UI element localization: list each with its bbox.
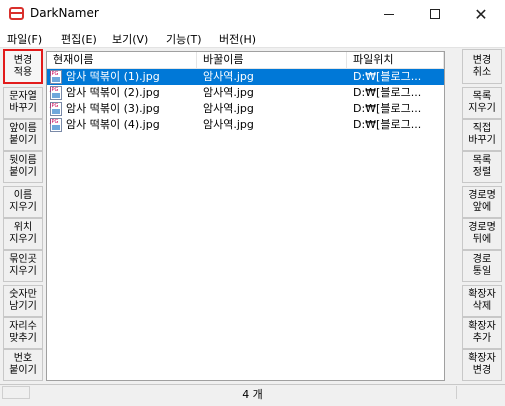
- current-name: 암사 떡볶이 (3).jpg: [66, 102, 160, 115]
- clear-list-button[interactable]: 목록 지우기: [462, 87, 502, 119]
- new-name: 암사역.jpg: [203, 102, 254, 115]
- current-name: 암사 떡볶이 (4).jpg: [66, 118, 160, 131]
- add-extension-button[interactable]: 확장자 추가: [462, 317, 502, 349]
- menu-separator: [0, 47, 505, 48]
- new-name: 암사역.jpg: [203, 86, 254, 99]
- status-separator: [456, 386, 457, 399]
- append-name-button[interactable]: 뒷이름 붙이기: [3, 151, 43, 183]
- file-list[interactable]: 현재이름 바꿀이름 파일위치 암사 떡볶이 (1).jpg 암사역.jpg D:…: [46, 51, 445, 381]
- jpg-file-icon: [50, 86, 62, 100]
- path-prefix-button[interactable]: 경로명 앞에: [462, 186, 502, 218]
- replace-string-button[interactable]: 문자열 바꾸기: [3, 87, 43, 119]
- change-extension-button[interactable]: 확장자 변경: [462, 349, 502, 381]
- keep-numbers-button[interactable]: 숫자만 남기기: [3, 285, 43, 317]
- title-bar: DarkNamer ✕: [0, 0, 505, 28]
- window-title: DarkNamer: [30, 6, 99, 20]
- prepend-name-button[interactable]: 앞이름 붙이기: [3, 119, 43, 151]
- minimize-icon: [384, 13, 394, 15]
- maximize-button[interactable]: [412, 0, 458, 28]
- maximize-icon: [430, 9, 440, 19]
- sort-list-button[interactable]: 목록 정렬: [462, 151, 502, 183]
- path-suffix-button[interactable]: 경로명 뒤에: [462, 218, 502, 250]
- menu-version[interactable]: 버전(H): [219, 31, 256, 47]
- status-bar: 4 개: [0, 384, 505, 401]
- file-location: D:₩[블로그...: [353, 86, 422, 99]
- menu-bar: 파일(F) 편집(E) 보기(V) 기능(T) 버전(H): [0, 28, 505, 48]
- file-location: D:₩[블로그...: [353, 118, 422, 131]
- add-number-button[interactable]: 번호 붙이기: [3, 349, 43, 381]
- app-icon: [9, 7, 24, 20]
- current-name: 암사 떡볶이 (1).jpg: [66, 70, 160, 83]
- menu-file[interactable]: 파일(F): [7, 31, 42, 47]
- column-current-name[interactable]: 현재이름: [47, 52, 197, 69]
- menu-tools[interactable]: 기능(T): [166, 31, 202, 47]
- close-button[interactable]: ✕: [458, 0, 504, 28]
- delete-position-button[interactable]: 위치 지우기: [3, 218, 43, 250]
- list-header: 현재이름 바꿀이름 파일위치: [47, 52, 444, 69]
- file-location: D:₩[블로그...: [353, 102, 422, 115]
- new-name: 암사역.jpg: [203, 118, 254, 131]
- unify-path-button[interactable]: 경로 통일: [462, 250, 502, 282]
- delete-name-button[interactable]: 이름 지우기: [3, 186, 43, 218]
- apply-changes-button[interactable]: 변경 적용: [3, 49, 43, 84]
- delete-extension-button[interactable]: 확장자 삭제: [462, 285, 502, 317]
- file-location: D:₩[블로그...: [353, 70, 422, 83]
- column-location[interactable]: 파일위치: [347, 52, 444, 69]
- list-item[interactable]: 암사 떡볶이 (2).jpg 암사역.jpg D:₩[블로그...: [47, 85, 444, 101]
- close-icon: ✕: [474, 4, 488, 24]
- menu-edit[interactable]: 편집(E): [61, 31, 97, 47]
- column-new-name[interactable]: 바꿀이름: [197, 52, 347, 69]
- delete-brackets-button[interactable]: 묶인곳 지우기: [3, 250, 43, 282]
- menu-view[interactable]: 보기(V): [112, 31, 148, 47]
- new-name: 암사역.jpg: [203, 70, 254, 83]
- list-item[interactable]: 암사 떡볶이 (1).jpg 암사역.jpg D:₩[블로그...: [47, 69, 444, 85]
- direct-rename-button[interactable]: 직접 바꾸기: [462, 119, 502, 151]
- cancel-changes-button[interactable]: 변경 취소: [462, 49, 502, 84]
- current-name: 암사 떡볶이 (2).jpg: [66, 86, 160, 99]
- minimize-button[interactable]: [366, 0, 412, 28]
- jpg-file-icon: [50, 70, 62, 84]
- jpg-file-icon: [50, 102, 62, 116]
- pad-digits-button[interactable]: 자리수 맞추기: [3, 317, 43, 349]
- jpg-file-icon: [50, 118, 62, 132]
- list-item[interactable]: 암사 떡볶이 (4).jpg 암사역.jpg D:₩[블로그...: [47, 117, 444, 133]
- file-count: 4 개: [242, 388, 263, 401]
- list-item[interactable]: 암사 떡볶이 (3).jpg 암사역.jpg D:₩[블로그...: [47, 101, 444, 117]
